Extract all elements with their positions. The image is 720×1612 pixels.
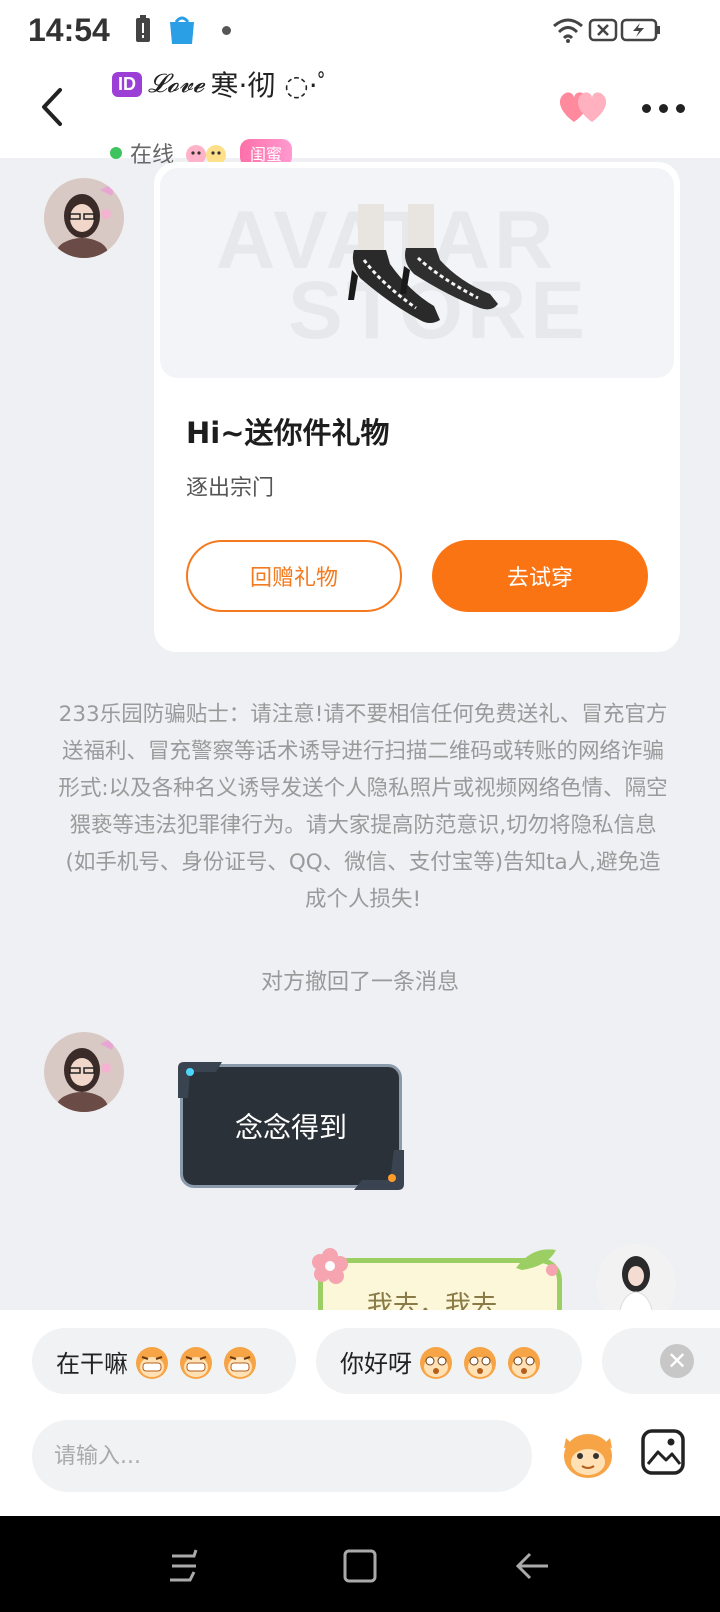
gift-message-card[interactable]: AVATAR STORE Hi~送你件礼物 逐出宗门 回赠礼物 去试穿: [154, 162, 680, 652]
more-dot-icon: [676, 103, 685, 113]
more-dot-icon: [659, 103, 668, 113]
return-gift-button[interactable]: 回赠礼物: [186, 540, 402, 612]
contact-name: ID 𝓛𝓸𝓿𝓮 寒·彻 ◌·ﾟ: [112, 64, 332, 104]
flower-decor-icon: [312, 1248, 348, 1284]
quick-reply-label: 在干嘛: [56, 1349, 128, 1378]
app-bag-icon: [170, 16, 194, 44]
laughing-monkey-emoji-icon: [180, 1347, 212, 1379]
status-bar: 14:54: [0, 0, 720, 62]
chat-screen: 14:54 ID 𝓛𝓸𝓿𝓮 寒·彻 ◌·ﾟ 在线 闺蜜 AVATAR STORE…: [0, 0, 720, 1612]
laughing-monkey-emoji-icon: [136, 1347, 168, 1379]
intimacy-heart-icon[interactable]: [558, 90, 610, 124]
gift-image: AVATAR STORE: [160, 168, 674, 378]
close-quick-replies-button[interactable]: ✕: [660, 1344, 694, 1378]
battery-charging-icon: [620, 18, 660, 42]
quick-reply-chip[interactable]: 在干嘛: [32, 1328, 296, 1394]
contact-avatar[interactable]: [44, 178, 124, 258]
gift-title: Hi~送你件礼物: [186, 416, 390, 450]
quick-reply-chip[interactable]: 你好呀: [316, 1328, 582, 1394]
bubble-corner-top-icon: [178, 1062, 222, 1098]
bubble-corner-bottom-icon: [354, 1150, 404, 1190]
home-button[interactable]: [340, 1546, 380, 1586]
surprised-monkey-emoji-icon: [508, 1347, 540, 1379]
id-badge: ID: [112, 71, 142, 97]
back-nav-button[interactable]: [514, 1546, 554, 1586]
wifi-icon: [553, 18, 583, 43]
surprised-monkey-emoji-icon: [464, 1347, 496, 1379]
no-sim-icon: [588, 18, 618, 42]
contact-avatar[interactable]: [44, 1032, 124, 1112]
recent-apps-button[interactable]: [164, 1546, 204, 1586]
contact-name-rest: 寒·彻 ◌·ﾟ: [210, 69, 332, 102]
gift-subtitle: 逐出宗门: [186, 476, 275, 501]
back-button[interactable]: [34, 82, 74, 132]
notification-dot-icon: [222, 26, 231, 35]
system-nav-bar: [0, 1516, 720, 1612]
status-time: 14:54: [28, 12, 110, 48]
more-options-button[interactable]: [642, 98, 686, 118]
message-text: 念念得到: [234, 1111, 347, 1144]
online-dot-icon: [110, 147, 122, 159]
high-heel-shoes-icon: [348, 204, 498, 323]
leaf-decor-icon: [516, 1249, 558, 1276]
chat-header: ID 𝓛𝓸𝓿𝓮 寒·彻 ◌·ﾟ 在线 闺蜜: [0, 62, 720, 168]
image-picker-button[interactable]: [640, 1428, 686, 1476]
message-input[interactable]: [32, 1420, 532, 1492]
more-dot-icon: [642, 103, 651, 113]
battery-alert-icon: [136, 15, 150, 42]
try-on-button[interactable]: 去试穿: [432, 540, 648, 612]
quick-reply-label: 你好呀: [340, 1349, 412, 1378]
input-panel: 在干嘛 你好呀 ✕ 请输入...: [0, 1310, 720, 1516]
laughing-monkey-emoji-icon: [224, 1347, 256, 1379]
sticker-mascot-button[interactable]: [558, 1424, 618, 1484]
recall-notice: 对方撤回了一条消息: [260, 970, 459, 995]
contact-name-script: 𝓛𝓸𝓿𝓮: [148, 68, 205, 99]
anti-fraud-notice: 233乐园防骗贴士：请注意!请不要相信任何免费送礼、冒充官方送福利、冒充警察等话…: [58, 702, 668, 912]
surprised-monkey-emoji-icon: [420, 1347, 452, 1379]
